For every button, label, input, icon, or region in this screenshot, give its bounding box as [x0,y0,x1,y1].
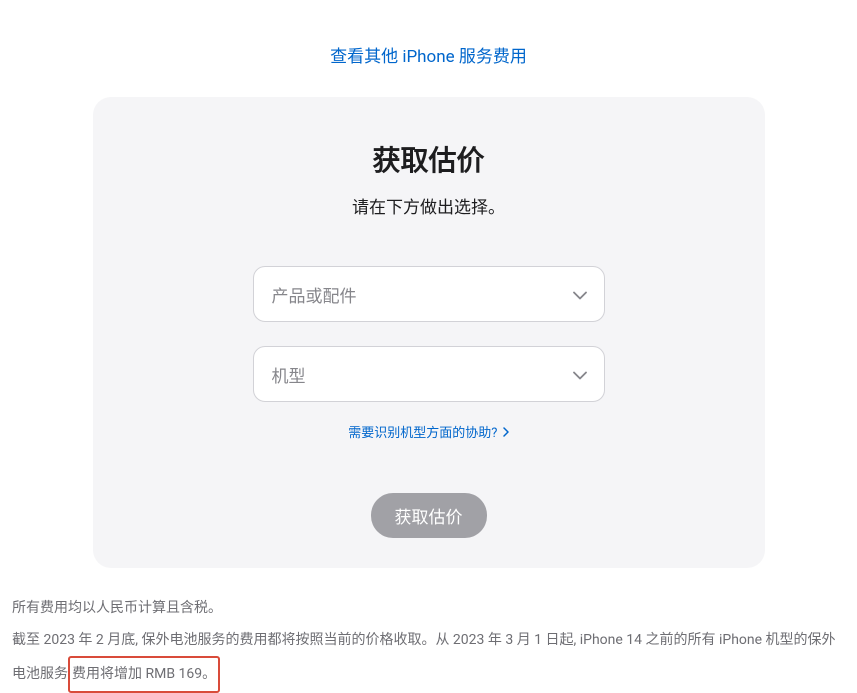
product-select-placeholder: 产品或配件 [272,282,357,307]
product-select[interactable]: 产品或配件 [253,266,605,322]
help-link-container: 需要识别机型方面的协助? [113,422,745,441]
model-select-wrapper: 机型 [253,346,605,402]
product-select-wrapper: 产品或配件 [253,266,605,322]
identify-model-help-link[interactable]: 需要识别机型方面的协助? [348,426,508,441]
footer-line2: 截至 2023 年 2 月底, 保外电池服务的费用都将按照当前的价格收取。从 2… [12,624,845,692]
card-subtitle: 请在下方做出选择。 [113,193,745,218]
view-other-services-link[interactable]: 查看其他 iPhone 服务费用 [330,47,527,67]
model-select[interactable]: 机型 [253,346,605,402]
price-increase-highlight: 费用将增加 RMB 169。 [68,656,220,692]
estimate-card: 获取估价 请在下方做出选择。 产品或配件 机型 [93,97,765,568]
card-title: 获取估价 [113,139,745,179]
footer-line1: 所有费用均以人民币计算且含税。 [12,592,845,624]
top-link-container: 查看其他 iPhone 服务费用 [10,0,847,97]
chevron-right-icon [503,426,509,441]
get-estimate-button[interactable]: 获取估价 [371,493,487,538]
model-select-placeholder: 机型 [272,362,306,387]
help-link-label: 需要识别机型方面的协助? [348,426,497,441]
footer-text: 所有费用均以人民币计算且含税。 截至 2023 年 2 月底, 保外电池服务的费… [10,568,847,693]
